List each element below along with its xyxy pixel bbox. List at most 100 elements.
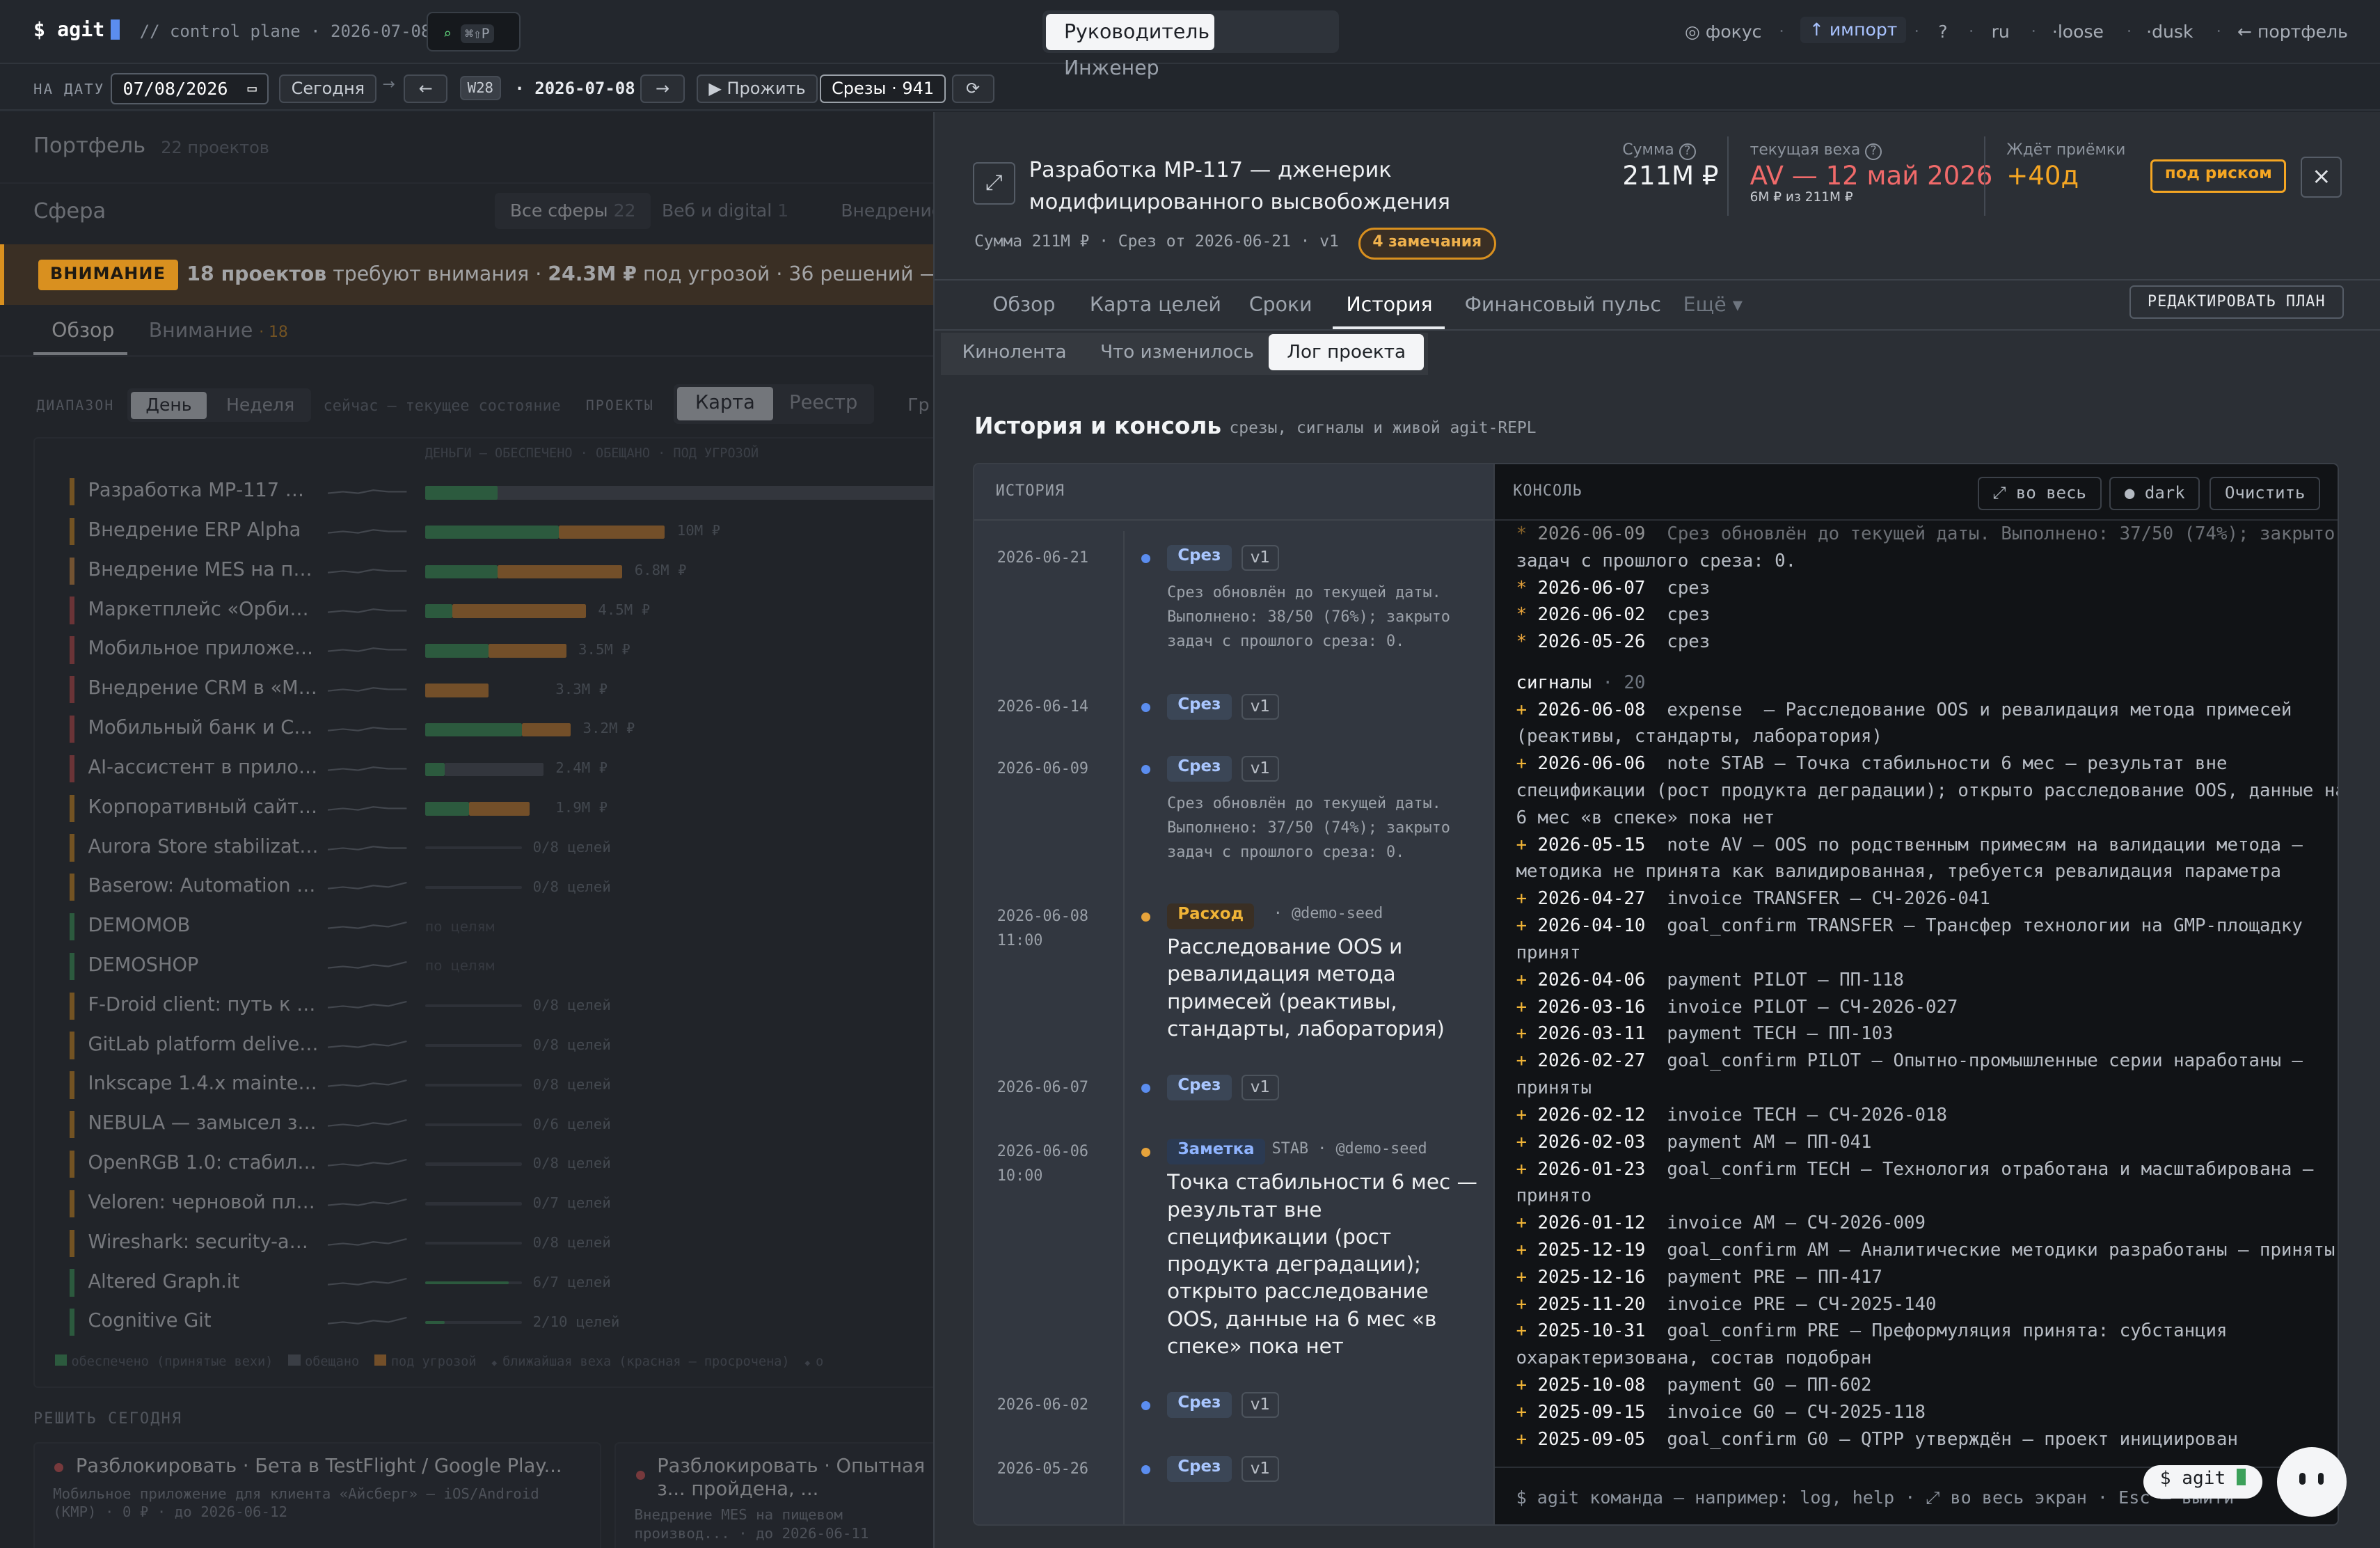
console-date: 2025-12-19 — [1537, 1239, 1646, 1261]
slice-tag[interactable]: Срез — [1167, 1455, 1232, 1482]
subtab-project-log[interactable]: Лог проекта — [1269, 333, 1425, 371]
project-name[interactable]: Cognitive Git — [88, 1310, 319, 1332]
project-name[interactable]: Inkscape 1.4.x mainten... — [88, 1073, 319, 1094]
project-name[interactable]: Мобильное приложени... — [88, 638, 319, 659]
expense-tag[interactable]: Расход — [1167, 903, 1255, 929]
project-name[interactable]: Veloren: черновой пла... — [88, 1192, 319, 1213]
tab-attention[interactable]: Внимание · 18 — [149, 319, 288, 342]
help-button[interactable]: ? — [1938, 22, 1947, 42]
info-icon[interactable]: ? — [1679, 143, 1696, 160]
density-toggle[interactable]: ·loose — [2052, 22, 2104, 42]
role-manager-tab[interactable]: Руководитель — [1045, 13, 1214, 50]
tab-goal-map[interactable]: Карта целей — [1090, 293, 1221, 316]
filter-implementation[interactable]: Внедрение — [841, 200, 942, 221]
view-extra[interactable]: Гр — [907, 395, 929, 415]
range-week[interactable]: Неделя — [226, 395, 294, 415]
project-name[interactable]: DEMOSHOP — [88, 954, 319, 976]
goal-fill — [425, 1281, 509, 1285]
import-button[interactable]: ↑ импорт — [1800, 16, 1907, 43]
focus-button[interactable]: ◎ фокус — [1685, 22, 1761, 42]
project-name[interactable]: Внедрение CRM в «Ме... — [88, 677, 319, 699]
project-name[interactable]: Корпоративный сайт и... — [88, 796, 319, 818]
goal-track — [425, 1083, 523, 1087]
console-theme-button[interactable]: ● dark — [2109, 476, 2200, 510]
version-tag: v1 — [1241, 1075, 1279, 1101]
slice-tag[interactable]: Срез — [1167, 544, 1232, 571]
history-author: · @demo-seed — [1273, 904, 1383, 922]
back-to-portfolio-link[interactable]: ← портфель — [2237, 22, 2348, 42]
project-name[interactable]: DEMOMOB — [88, 915, 319, 936]
expand-icon[interactable]: ⤢ — [972, 162, 1015, 205]
console-input[interactable]: $ agit команда — например: log, help · ⤢… — [1516, 1487, 2235, 1509]
project-name[interactable]: NEBULA — замысел за ... — [88, 1112, 319, 1134]
decide-card[interactable]: Разблокировать · Бета в TestFlight / Goo… — [33, 1442, 601, 1548]
project-name[interactable]: Внедрение MES на пи... — [88, 559, 319, 580]
console-line: + 2026-06-08 expense — Расследование OOS… — [1516, 699, 2292, 720]
subtab-filmstrip[interactable]: Кинолента — [944, 334, 1084, 370]
tab-history[interactable]: История — [1346, 293, 1432, 316]
project-name[interactable]: Altered Graph.it — [88, 1271, 319, 1293]
brand-logo[interactable]: $ agit — [33, 18, 120, 41]
signals-heading: сигналы · 20 — [1516, 672, 1646, 693]
today-button[interactable]: Сегодня — [279, 74, 377, 104]
project-name[interactable]: Внедрение ERP Alpha — [88, 519, 319, 541]
project-name[interactable]: Aurora Store stabilizatio... — [88, 836, 319, 858]
console-fullscreen-button[interactable]: ⤢ во весь — [1977, 476, 2102, 510]
project-name[interactable]: Wireshark: security-audi... — [88, 1231, 319, 1253]
slice-tag[interactable]: Срез — [1167, 693, 1232, 720]
language-toggle[interactable]: ru — [1992, 22, 2010, 42]
portfolio-panel: Портфель 22 проектов Сфера Все сферы 22 … — [0, 112, 1010, 1548]
goal-fill — [425, 1320, 445, 1325]
slices-button[interactable]: Срезы · 941 — [819, 74, 946, 104]
columns-header: ДЕНЬГИ — ОБЕСПЕЧЕНО · ОБЕЩАНО · ПОД УГРО… — [425, 446, 759, 461]
console-prefix: + — [1516, 1401, 1528, 1423]
assistant-bot-icon[interactable] — [2276, 1446, 2347, 1517]
history-dot — [1141, 912, 1151, 922]
filter-all-spheres[interactable]: Все сферы 22 — [495, 192, 651, 230]
play-button[interactable]: ▶ Прожить — [697, 74, 818, 104]
project-name[interactable]: Разработка МР-117 — ... — [88, 480, 319, 501]
info-icon[interactable]: ? — [1865, 143, 1882, 160]
theme-toggle[interactable]: ·dusk — [2146, 22, 2193, 42]
slice-tag[interactable]: Срез — [1167, 756, 1232, 782]
console-clear-button[interactable]: Очистить — [2210, 476, 2321, 510]
filter-web-digital[interactable]: Веб и digital 1 — [662, 200, 788, 221]
project-name[interactable]: OpenRGB 1.0: стабили... — [88, 1152, 319, 1174]
tab-overview[interactable]: Обзор — [51, 319, 114, 342]
project-name[interactable]: Baserow: Automation v... — [88, 875, 319, 897]
money-bar-at-risk — [522, 722, 571, 737]
tab-deadlines[interactable]: Сроки — [1249, 293, 1312, 316]
view-map[interactable]: Карта — [676, 387, 774, 421]
console-prefix: + — [1516, 1131, 1528, 1153]
project-name[interactable]: GitLab platform delivery... — [88, 1034, 319, 1055]
view-registry[interactable]: Реестр — [789, 392, 857, 413]
prev-week-button[interactable]: ← — [404, 74, 448, 104]
project-name[interactable]: F-Droid client: путь к 2.0 — [88, 994, 319, 1016]
legend-marker-icon: ◆ — [804, 1357, 816, 1368]
money-bar-secured — [425, 604, 452, 619]
legend-marker-icon: ◆ — [491, 1357, 503, 1368]
subtab-what-changed[interactable]: Что изменилось — [1082, 334, 1272, 370]
edit-plan-button[interactable]: РЕДАКТИРОВАТЬ ПЛАН — [2129, 285, 2344, 319]
slice-tag[interactable]: Срез — [1167, 1075, 1232, 1101]
history-date: 2026-06-14 — [997, 697, 1089, 716]
slice-tag[interactable]: Срез — [1167, 1391, 1232, 1418]
agit-pill-button[interactable]: $ agit — [2143, 1464, 2263, 1499]
project-name[interactable]: Маркетплейс «Орбита ... — [88, 599, 319, 620]
history-dot — [1141, 1084, 1151, 1093]
project-name[interactable]: Мобильный банк и СБ... — [88, 717, 319, 739]
legend-item: обеспечено (принятые вехи) — [54, 1354, 273, 1369]
project-name[interactable]: AI-ассистент в прилож... — [88, 757, 319, 778]
tab-finance-pulse[interactable]: Финансовый пульс — [1465, 293, 1661, 316]
next-week-button[interactable]: → — [640, 74, 685, 104]
console-date: 2026-02-12 — [1537, 1104, 1646, 1126]
tab-more[interactable]: Ещё ▾ — [1683, 293, 1743, 316]
close-icon[interactable]: × — [2301, 156, 2342, 198]
date-input[interactable]: 07/08/2026 ▭ — [111, 72, 269, 105]
remarks-badge[interactable]: 4 замечания — [1358, 228, 1496, 260]
command-palette-button[interactable]: ⌕ ⌘⇧P — [426, 12, 521, 52]
tab-overview[interactable]: Обзор — [992, 293, 1055, 316]
range-day[interactable]: День — [130, 391, 207, 419]
refresh-icon[interactable]: ⟳ — [951, 74, 994, 104]
note-tag[interactable]: Заметка — [1167, 1138, 1265, 1164]
